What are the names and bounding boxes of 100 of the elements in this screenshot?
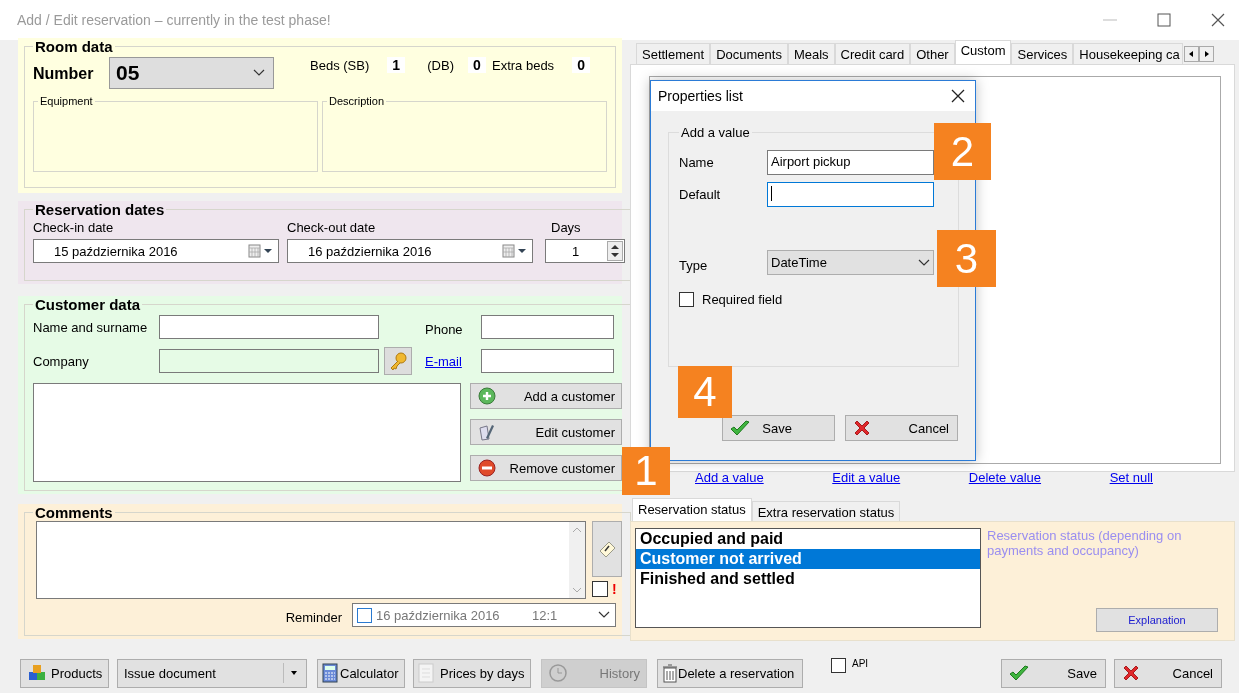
- checkbox[interactable]: [357, 607, 372, 623]
- panel-title: Comments: [34, 504, 114, 521]
- check-icon: [1008, 664, 1030, 682]
- field-label: Beds (SB): [310, 57, 370, 73]
- tab[interactable]: Housekeeping ca: [1073, 43, 1184, 64]
- callout-number: 2: [934, 123, 991, 180]
- room-number-dropdown[interactable]: 05: [109, 57, 274, 89]
- field-label: Company: [33, 353, 90, 369]
- customer-button[interactable]: Add a customer: [470, 383, 622, 409]
- field-label: Extra beds: [491, 57, 555, 73]
- check-icon: [729, 419, 751, 437]
- plus-circle-icon: [477, 386, 497, 406]
- bed-count: 1: [387, 57, 406, 73]
- field-label: Name and surname: [33, 319, 149, 335]
- field-label: Days: [550, 220, 582, 235]
- calendar-icon: [248, 244, 274, 258]
- checkbox[interactable]: [592, 581, 608, 597]
- save-button[interactable]: Save: [722, 415, 835, 441]
- save-button[interactable]: Save: [1001, 658, 1106, 688]
- customer-button[interactable]: Edit customer: [470, 419, 622, 445]
- close-icon[interactable]: [1209, 11, 1227, 29]
- field-label: Name: [679, 155, 715, 170]
- callout-number: 3: [937, 230, 996, 287]
- field-label: Type: [679, 256, 709, 273]
- tab[interactable]: Credit card: [834, 43, 911, 64]
- panel-title: Customer data: [34, 296, 142, 313]
- field-label: Phone: [425, 320, 464, 337]
- email-link[interactable]: E-mail: [425, 353, 481, 369]
- tab[interactable]: Documents: [710, 43, 788, 64]
- api-label: API: [852, 658, 869, 669]
- callout-number: 4: [678, 366, 732, 418]
- action-link[interactable]: Add a value: [695, 470, 764, 485]
- alert-mark: !: [612, 581, 617, 597]
- tab[interactable]: Extra reservation status: [751, 501, 901, 521]
- document-icon: [418, 663, 434, 683]
- date-picker[interactable]: 16 października 2016: [287, 239, 533, 263]
- tab[interactable]: Other: [910, 43, 955, 64]
- tab[interactable]: Custom: [954, 40, 1012, 64]
- name-field[interactable]: [159, 315, 379, 339]
- type-dropdown[interactable]: DateTime: [767, 250, 934, 275]
- tab[interactable]: Meals: [787, 43, 835, 64]
- reminder-picker[interactable]: 16 października 2016 12:1: [352, 603, 616, 627]
- customer-list[interactable]: [33, 383, 461, 482]
- cross-icon: [1121, 663, 1141, 683]
- calculator-icon: [321, 663, 339, 683]
- description-label: Description: [328, 95, 386, 107]
- prices-by-days-button[interactable]: Prices by days: [413, 658, 531, 688]
- pencil-paper-icon: [477, 422, 497, 442]
- field-label: (DB): [427, 57, 454, 73]
- products-button[interactable]: Products: [20, 658, 109, 688]
- caret-icon: [253, 69, 265, 77]
- key-icon: [388, 351, 408, 371]
- close-icon[interactable]: [951, 89, 965, 103]
- phone-field[interactable]: [481, 315, 614, 339]
- action-link[interactable]: Set null: [1109, 470, 1153, 485]
- caret-icon: [598, 611, 610, 619]
- key-button[interactable]: [384, 347, 412, 375]
- maximize-icon[interactable]: [1155, 11, 1173, 29]
- notepad-icon: [597, 539, 617, 559]
- trash-icon: [662, 663, 678, 683]
- tab[interactable]: Settlement: [636, 43, 711, 64]
- name-field[interactable]: Airport pickup: [767, 150, 934, 175]
- date-picker[interactable]: 15 października 2016: [33, 239, 279, 263]
- panel-title: Room data: [34, 38, 114, 55]
- api-checkbox[interactable]: [831, 658, 846, 673]
- status-list[interactable]: Occupied and paid Customer not arrived Finished and settled: [635, 528, 981, 628]
- days-spinner[interactable]: 1: [545, 239, 625, 263]
- customer-button[interactable]: Remove customer: [470, 455, 622, 481]
- bed-count: 0: [572, 57, 591, 73]
- calculator-button[interactable]: Calculator: [317, 658, 405, 688]
- caret-icon: [291, 671, 297, 675]
- action-link[interactable]: Delete value: [968, 470, 1042, 485]
- field-label: Default: [679, 187, 722, 202]
- company-field[interactable]: [159, 349, 379, 373]
- issue-document-dropdown[interactable]: Issue document: [117, 658, 307, 688]
- scroll-left-icon[interactable]: [1184, 46, 1200, 62]
- status-hint: Reservation status (depending on payments and occupancy): [987, 528, 1183, 558]
- tab[interactable]: Reservation status: [632, 498, 752, 521]
- comment-textarea[interactable]: [36, 521, 586, 599]
- required-checkbox[interactable]: [679, 292, 694, 307]
- default-field[interactable]: [767, 182, 934, 207]
- scroll-right-icon[interactable]: [1199, 46, 1215, 62]
- panel-title: Reservation dates: [34, 201, 166, 218]
- spin-arrows-icon: [607, 241, 623, 261]
- action-link[interactable]: Edit a value: [832, 470, 901, 485]
- status-item[interactable]: Occupied and paid: [636, 529, 980, 549]
- cubes-icon: [27, 663, 47, 683]
- cancel-button[interactable]: Cancel: [845, 415, 958, 441]
- explanation-button[interactable]: Explanation: [1096, 608, 1218, 632]
- field-label: Number: [33, 65, 95, 83]
- cancel-button[interactable]: Cancel: [1114, 658, 1222, 688]
- calendar-icon: [502, 244, 528, 258]
- status-item[interactable]: Finished and settled: [636, 569, 980, 589]
- delete-reservation-button[interactable]: Delete a reservation: [657, 658, 803, 688]
- status-item[interactable]: Customer not arrived: [636, 549, 980, 569]
- email-field[interactable]: [481, 349, 614, 373]
- cross-icon: [852, 418, 872, 438]
- tab[interactable]: Services: [1011, 43, 1074, 64]
- caret-icon: [918, 258, 930, 267]
- field-label: Check-in date: [33, 220, 115, 235]
